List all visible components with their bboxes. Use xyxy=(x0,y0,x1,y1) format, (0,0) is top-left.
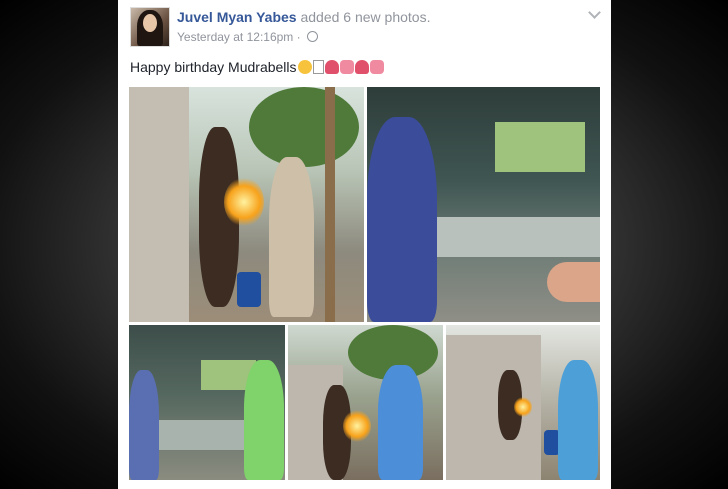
post-meta: Yesterday at 12:16pm · xyxy=(177,30,318,44)
block-wall xyxy=(129,87,189,322)
post-action-text: added 6 new photos. xyxy=(300,9,431,25)
torch-flame xyxy=(514,397,532,417)
window-curtain xyxy=(495,122,585,172)
tree-trunk xyxy=(325,87,335,322)
woman-figure xyxy=(367,117,437,322)
post-message: Happy birthday Mudrabells xyxy=(130,59,384,75)
heart-emoji-icon xyxy=(339,60,354,74)
tree-foliage xyxy=(249,87,359,167)
man-figure xyxy=(269,157,314,317)
gas-tank xyxy=(237,272,261,307)
heart-emoji-icon xyxy=(354,60,369,74)
man-blue-shirt-figure xyxy=(378,365,423,480)
facebook-post: Juvel Myan Yabes added 6 new photos. Yes… xyxy=(118,0,611,489)
globe-icon[interactable] xyxy=(307,31,318,42)
torch-flame xyxy=(224,177,264,227)
woman-green-shirt-figure xyxy=(244,360,284,480)
smile-emoji-icon xyxy=(297,60,312,74)
photo-2[interactable] xyxy=(367,87,600,322)
photo-5[interactable] xyxy=(446,325,600,480)
photo-3[interactable] xyxy=(129,325,285,480)
avatar[interactable] xyxy=(130,7,170,47)
photo-1[interactable] xyxy=(129,87,364,322)
heart-emoji-icon xyxy=(324,60,339,74)
post-header: Juvel Myan Yabes added 6 new photos. xyxy=(177,9,430,25)
post-message-text: Happy birthday Mudrabells xyxy=(130,59,297,75)
author-name-link[interactable]: Juvel Myan Yabes xyxy=(177,9,297,25)
table xyxy=(437,217,600,257)
chevron-down-icon[interactable] xyxy=(588,6,601,19)
missing-glyph-icon xyxy=(312,60,324,74)
torch-flame xyxy=(343,410,371,442)
photo-4[interactable] xyxy=(288,325,443,480)
man-blue-shirt-figure xyxy=(558,360,598,480)
avatar-face xyxy=(143,14,157,32)
meta-separator: · xyxy=(296,30,301,44)
woman-figure xyxy=(129,370,159,480)
heart-emoji-icon xyxy=(369,60,384,74)
arm-figure xyxy=(547,262,600,302)
timestamp-link[interactable]: Yesterday at 12:16pm xyxy=(177,30,293,44)
